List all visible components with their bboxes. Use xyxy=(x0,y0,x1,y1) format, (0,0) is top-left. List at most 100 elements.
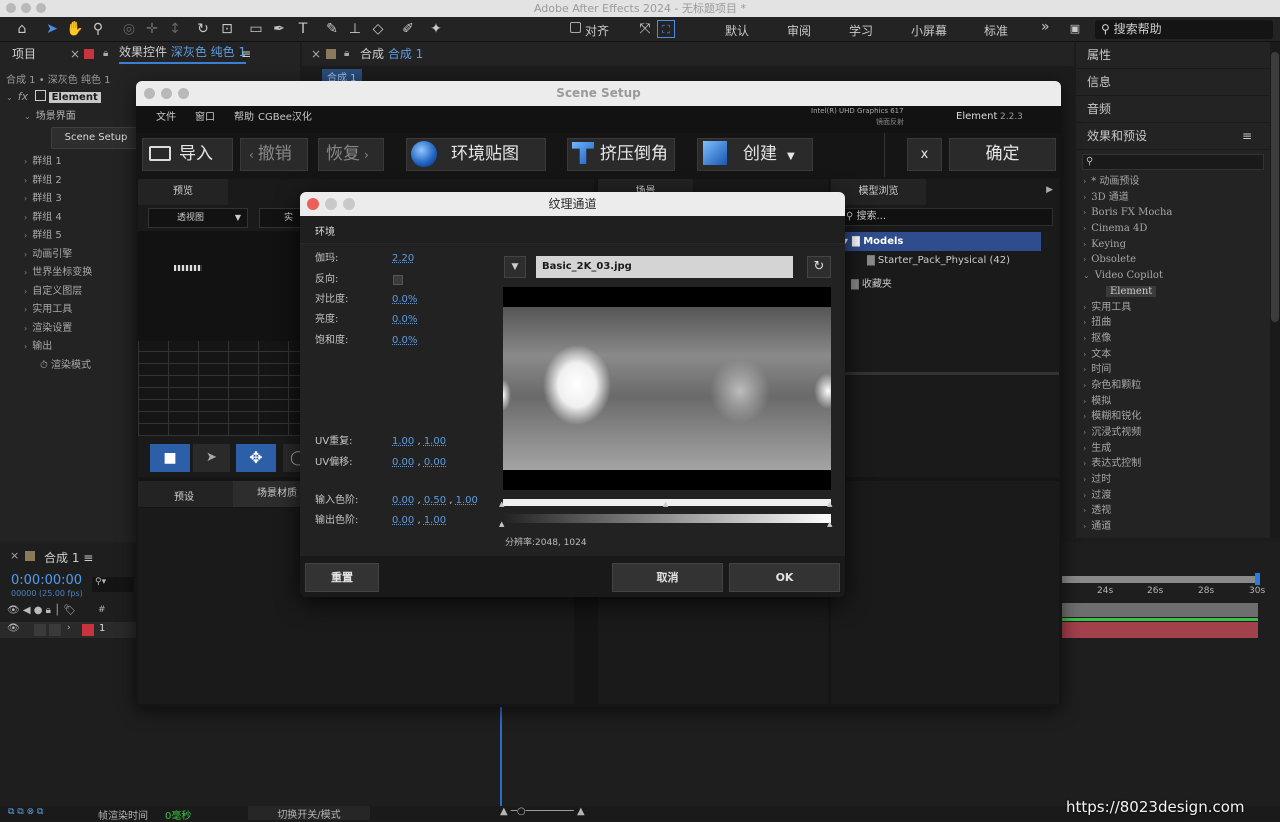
brightness-value[interactable]: 0.0% xyxy=(392,312,417,328)
effect-category[interactable]: › 过渡 xyxy=(1076,488,1270,504)
close-tab-icon[interactable]: × xyxy=(10,549,19,562)
tab-composition[interactable]: 合成 合成 1 xyxy=(360,42,423,66)
zoom-window-icon[interactable] xyxy=(36,3,46,13)
type-tool-icon[interactable]: T xyxy=(294,20,312,38)
workspace-menu-icon[interactable]: ▣ xyxy=(1066,20,1084,38)
layer-row[interactable]: 👁︎ › 1 xyxy=(0,622,137,638)
scrollbar-thumb[interactable] xyxy=(1271,52,1279,322)
uv-offset-u[interactable]: 0.00 xyxy=(392,457,414,468)
output-white-handle-icon[interactable]: ▲ xyxy=(827,520,832,528)
tab-project[interactable]: 项目 xyxy=(12,42,36,66)
view-select[interactable]: 透视图 ▼ xyxy=(148,208,248,228)
effect-category[interactable]: › 抠像 xyxy=(1076,331,1270,347)
reload-icon[interactable]: ↻ xyxy=(807,256,831,278)
eraser-tool-icon[interactable]: ◇ xyxy=(369,20,387,38)
input-black-handle-icon[interactable]: ▲ xyxy=(499,500,504,508)
import-button[interactable]: 导入 xyxy=(142,138,233,171)
texture-dropdown-icon[interactable]: ▼ xyxy=(504,256,526,278)
workspace-learn[interactable]: 学习 xyxy=(849,22,873,39)
audio-panel-header[interactable]: 音频 xyxy=(1076,96,1270,123)
hand-tool-icon[interactable]: ✋ xyxy=(66,20,84,38)
workspace-default[interactable]: 默认 xyxy=(725,22,749,39)
move-tool-icon[interactable]: ✥ xyxy=(236,444,276,472)
lock-toggle[interactable] xyxy=(49,624,61,636)
tree-item-animation-engine[interactable]: › 动画引擎 xyxy=(24,246,134,265)
orbit-camera-icon[interactable]: ◎ xyxy=(120,20,138,38)
lock-icon[interactable]: 🔒︎ xyxy=(344,42,349,66)
tree-item-utilities[interactable]: › 实用工具 xyxy=(24,301,134,320)
cancel-button[interactable]: 取消 xyxy=(612,563,723,592)
effect-category[interactable]: › 透视 xyxy=(1076,503,1270,519)
tree-item-group-1[interactable]: › 群组 1 xyxy=(24,153,134,172)
effect-category[interactable]: › Keying xyxy=(1076,237,1270,253)
contrast-value[interactable]: 0.0% xyxy=(392,292,417,308)
visibility-eye-icon[interactable]: 👁︎ xyxy=(7,623,20,634)
ok-button[interactable]: OK xyxy=(729,563,840,592)
effect-category[interactable]: › 模拟 xyxy=(1076,394,1270,410)
effect-category[interactable]: › Boris FX Mocha xyxy=(1076,205,1270,221)
effect-category[interactable]: › 模糊和锐化 xyxy=(1076,409,1270,425)
selection-tool-icon[interactable]: ➤ xyxy=(43,20,61,38)
effect-row[interactable]: ⌄ fx Element xyxy=(6,88,101,105)
playhead-handle[interactable] xyxy=(1255,573,1260,585)
search-help-input[interactable]: ⚲ 搜索帮助 xyxy=(1095,20,1273,39)
gamma-value[interactable]: 2.20 xyxy=(392,251,414,267)
effect-category[interactable]: › 3D 通道 xyxy=(1076,190,1270,206)
rectangle-tool-icon[interactable]: ▭ xyxy=(247,20,265,38)
zoom-dialog-icon[interactable] xyxy=(343,198,355,210)
close-dialog-icon[interactable] xyxy=(307,198,319,210)
expand-chevron-icon[interactable]: ⌄ xyxy=(6,93,13,102)
tab-effect-controls[interactable]: 效果控件 深灰色 纯色 1 xyxy=(119,42,247,64)
render-mode-select[interactable]: 实时 xyxy=(259,208,301,228)
effects-presets-header[interactable]: 效果和预设 ≡ xyxy=(1076,123,1270,150)
model-search-input[interactable]: ⚲ 搜索... xyxy=(841,208,1053,226)
work-area-bar[interactable] xyxy=(1062,576,1258,583)
panel-menu-icon[interactable]: ≡ xyxy=(241,42,251,66)
tree-item-render-settings[interactable]: › 渲染设置 xyxy=(24,320,134,339)
output-black-handle-icon[interactable]: ▲ xyxy=(499,520,504,528)
pane-splitter[interactable] xyxy=(831,372,1059,375)
comp-flowchart-icon[interactable]: ⧉ ⧉ ⊗ ⧉ xyxy=(8,807,43,817)
timeline-tab[interactable]: 合成 1 ≡ xyxy=(44,549,93,566)
right-scrollbar[interactable] xyxy=(1270,42,1280,538)
snapping-options-icon[interactable]: ⛶ xyxy=(657,20,675,38)
zoom-window-icon[interactable] xyxy=(178,88,189,99)
toggle-switches-modes-button[interactable]: 切换开关/模式 xyxy=(248,806,370,821)
pen-tool-icon[interactable]: ✒ xyxy=(270,20,288,38)
reset-button[interactable]: 重置 xyxy=(305,563,379,592)
effect-category[interactable]: › Cinema 4D xyxy=(1076,221,1270,237)
effect-category[interactable]: › 通道 xyxy=(1076,519,1270,535)
effect-category[interactable]: › 表达式控制 xyxy=(1076,456,1270,472)
tree-item-group-4[interactable]: › 群组 4 xyxy=(24,209,134,228)
more-workspaces-button[interactable]: » xyxy=(1041,19,1050,35)
menu-file[interactable]: 文件 xyxy=(156,107,176,129)
zoom-slider[interactable]: ▲ ─○──────── ▲ xyxy=(500,806,585,817)
workspace-standard[interactable]: 标准 xyxy=(984,22,1008,39)
select-tool-icon[interactable]: ➤ xyxy=(193,444,230,472)
output-levels-gradient[interactable] xyxy=(503,514,831,523)
undo-button[interactable]: ‹ 撤销 xyxy=(240,138,308,171)
timeline-search-input[interactable]: ⚲▾ xyxy=(92,577,134,592)
uv-offset-v[interactable]: 0.00 xyxy=(424,457,446,468)
stopwatch-icon[interactable]: ⏱ xyxy=(40,360,48,371)
clone-stamp-icon[interactable]: ⊥ xyxy=(346,20,364,38)
minimize-dialog-icon[interactable] xyxy=(325,198,337,210)
menu-window[interactable]: 窗口 xyxy=(195,107,215,129)
output-black[interactable]: 0.00 xyxy=(392,515,414,526)
camera-tool-icon[interactable]: ■ xyxy=(150,444,190,472)
effect-category[interactable]: › 生成 xyxy=(1076,441,1270,457)
rotate-tool-icon[interactable]: ↻ xyxy=(194,20,212,38)
uv-repeat-u[interactable]: 1.00 xyxy=(392,436,414,447)
environment-map-button[interactable]: 环境贴图 xyxy=(406,138,546,171)
ok-plugin-button[interactable]: 确定 xyxy=(949,138,1056,171)
close-tab-icon[interactable]: × xyxy=(70,42,80,66)
favorites-folder[interactable]: ▇ 收藏夹 xyxy=(851,275,892,290)
tree-item-group-2[interactable]: › 群组 2 xyxy=(24,172,134,191)
input-white-handle-icon[interactable]: ▲ xyxy=(827,500,832,508)
close-window-icon[interactable] xyxy=(144,88,155,99)
models-folder[interactable]: ▾ ▇ Models xyxy=(841,232,1041,251)
solo-toggle[interactable] xyxy=(34,624,46,636)
menu-cgbee[interactable]: CGBee汉化 xyxy=(258,107,312,129)
effect-category-video-copilot[interactable]: ⌄ Video Copilot xyxy=(1076,268,1270,284)
scene-setup-button[interactable]: Scene Setup xyxy=(51,127,141,149)
